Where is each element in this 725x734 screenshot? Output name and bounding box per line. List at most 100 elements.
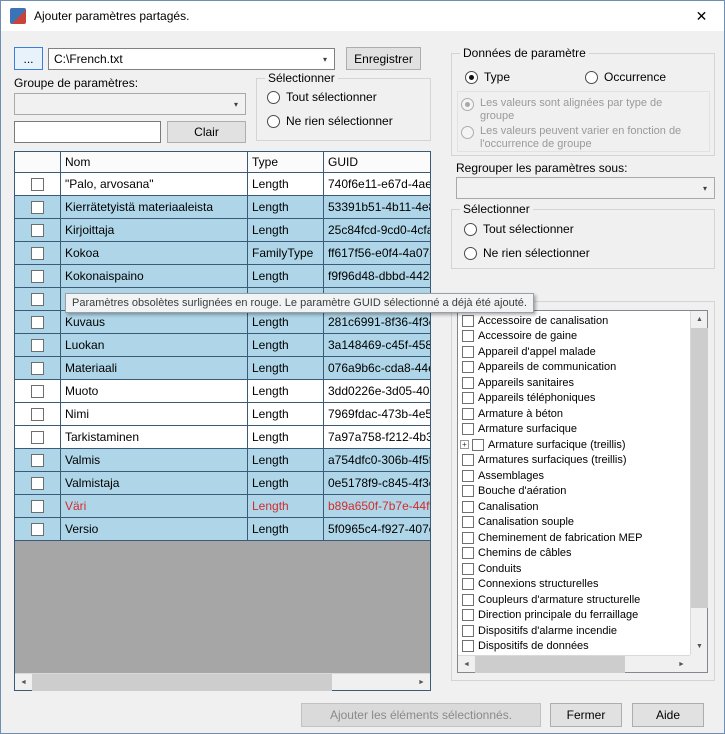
expand-icon[interactable]: +: [460, 440, 469, 449]
category-item[interactable]: Connexions structurelles: [458, 577, 690, 593]
category-item[interactable]: Conduits: [458, 561, 690, 577]
column-header-guid[interactable]: GUID: [324, 152, 430, 172]
type-radio[interactable]: Type: [465, 70, 510, 84]
scrollbar-thumb[interactable]: [691, 328, 708, 608]
category-checkbox[interactable]: [462, 594, 474, 606]
radio-icon[interactable]: [267, 115, 280, 128]
category-item[interactable]: Canalisation souple: [458, 515, 690, 531]
category-item[interactable]: Appareils de communication: [458, 360, 690, 376]
row-checkbox[interactable]: [31, 454, 44, 467]
table-row[interactable]: KirjoittajaLength25c84fcd-9cd0-4cfa-: [15, 219, 430, 242]
table-row[interactable]: NimiLength7969fdac-473b-4e59: [15, 403, 430, 426]
category-checkbox[interactable]: [462, 563, 474, 575]
table-row[interactable]: MuotoLength3dd0226e-3d05-402a: [15, 380, 430, 403]
category-checkbox[interactable]: [462, 392, 474, 404]
table-row[interactable]: ValmistajaLength0e5178f9-c845-4f3c-: [15, 472, 430, 495]
row-checkbox[interactable]: [31, 270, 44, 283]
category-checkbox[interactable]: [462, 640, 474, 652]
row-checkbox[interactable]: [31, 362, 44, 375]
row-checkbox[interactable]: [31, 523, 44, 536]
radio-icon[interactable]: [464, 247, 477, 260]
chevron-down-icon[interactable]: ▾: [316, 49, 334, 69]
row-checkbox[interactable]: [31, 408, 44, 421]
category-item[interactable]: Chemins de câbles: [458, 546, 690, 562]
category-checkbox[interactable]: [462, 547, 474, 559]
category-checkbox[interactable]: [462, 361, 474, 373]
row-checkbox[interactable]: [31, 385, 44, 398]
categories-vertical-scrollbar[interactable]: ▲ ▼: [690, 311, 707, 655]
category-checkbox[interactable]: [462, 408, 474, 420]
column-header-type[interactable]: Type: [248, 152, 324, 172]
select-all-radio-left[interactable]: Tout sélectionner: [267, 90, 377, 104]
category-checkbox[interactable]: [462, 516, 474, 528]
table-horizontal-scrollbar[interactable]: ◄ ►: [15, 673, 430, 690]
table-row[interactable]: Kierrätetyistä materiaaleistaLength53391…: [15, 196, 430, 219]
category-checkbox[interactable]: [462, 377, 474, 389]
select-none-radio-right[interactable]: Ne rien sélectionner: [464, 246, 590, 260]
scroll-left-icon[interactable]: ◄: [458, 656, 475, 673]
category-checkbox[interactable]: [462, 330, 474, 342]
regroup-combo[interactable]: ▾: [456, 177, 715, 199]
row-checkbox[interactable]: [31, 477, 44, 490]
table-row[interactable]: TarkistaminenLength7a97a758-f212-4b3d: [15, 426, 430, 449]
category-checkbox[interactable]: [462, 315, 474, 327]
category-checkbox[interactable]: [462, 578, 474, 590]
close-dialog-button[interactable]: Fermer: [550, 703, 622, 727]
category-checkbox[interactable]: [462, 346, 474, 358]
radio-icon[interactable]: [585, 71, 598, 84]
row-checkbox[interactable]: [31, 316, 44, 329]
row-checkbox[interactable]: [31, 201, 44, 214]
category-item[interactable]: Coupleurs d'armature structurelle: [458, 592, 690, 608]
scroll-right-icon[interactable]: ►: [673, 656, 690, 673]
table-row[interactable]: VersioLength5f0965c4-f927-407e-: [15, 518, 430, 541]
browse-button[interactable]: ...: [14, 47, 43, 70]
save-button[interactable]: Enregistrer: [346, 47, 421, 70]
categories-horizontal-scrollbar[interactable]: ◄ ►: [458, 655, 690, 672]
category-checkbox[interactable]: [462, 501, 474, 513]
scrollbar-thumb[interactable]: [32, 674, 332, 691]
parameter-group-combo[interactable]: ▾: [14, 93, 246, 115]
category-item[interactable]: Accessoire de gaine: [458, 329, 690, 345]
category-item[interactable]: Canalisation: [458, 499, 690, 515]
add-selected-button[interactable]: Ajouter les éléments sélectionnés.: [301, 703, 541, 727]
scroll-right-icon[interactable]: ►: [413, 674, 430, 691]
help-button[interactable]: Aide: [632, 703, 704, 727]
row-checkbox[interactable]: [31, 293, 44, 306]
category-item[interactable]: Assemblages: [458, 468, 690, 484]
category-checkbox[interactable]: [462, 423, 474, 435]
row-checkbox[interactable]: [31, 224, 44, 237]
row-checkbox[interactable]: [31, 178, 44, 191]
row-checkbox[interactable]: [31, 339, 44, 352]
clear-button[interactable]: Clair: [167, 121, 246, 143]
table-row[interactable]: LuokanLength3a148469-c45f-458a: [15, 334, 430, 357]
row-checkbox[interactable]: [31, 431, 44, 444]
select-all-radio-right[interactable]: Tout sélectionner: [464, 222, 574, 236]
radio-icon[interactable]: [267, 91, 280, 104]
scroll-left-icon[interactable]: ◄: [15, 674, 32, 691]
row-checkbox[interactable]: [31, 500, 44, 513]
category-item[interactable]: Appareils téléphoniques: [458, 391, 690, 407]
table-row[interactable]: MateriaaliLength076a9b6c-cda8-44e8: [15, 357, 430, 380]
row-checkbox[interactable]: [31, 247, 44, 260]
table-row[interactable]: KokonaispainoLengthf9f96d48-dbbd-4424-: [15, 265, 430, 288]
column-header-nom[interactable]: Nom: [61, 152, 248, 172]
category-item[interactable]: Armature à béton: [458, 406, 690, 422]
category-checkbox[interactable]: [462, 609, 474, 621]
category-item[interactable]: Direction principale du ferraillage: [458, 608, 690, 624]
select-none-radio-left[interactable]: Ne rien sélectionner: [267, 114, 393, 128]
category-checkbox[interactable]: [462, 470, 474, 482]
category-item[interactable]: Dispositifs de données: [458, 639, 690, 655]
category-item[interactable]: Armatures surfaciques (treillis): [458, 453, 690, 469]
file-path-combo[interactable]: C:\French.txt ▾: [48, 48, 335, 70]
category-item[interactable]: +Armature surfacique (treillis): [458, 437, 690, 453]
chevron-down-icon[interactable]: ▾: [696, 178, 714, 198]
category-item[interactable]: Dispositifs d'alarme incendie: [458, 623, 690, 639]
category-checkbox[interactable]: [472, 439, 484, 451]
category-checkbox[interactable]: [462, 485, 474, 497]
search-input[interactable]: [14, 121, 161, 143]
category-checkbox[interactable]: [462, 532, 474, 544]
occurrence-radio[interactable]: Occurrence: [585, 70, 666, 84]
category-checkbox[interactable]: [462, 454, 474, 466]
category-item[interactable]: Accessoire de canalisation: [458, 313, 690, 329]
radio-checked-icon[interactable]: [465, 71, 478, 84]
